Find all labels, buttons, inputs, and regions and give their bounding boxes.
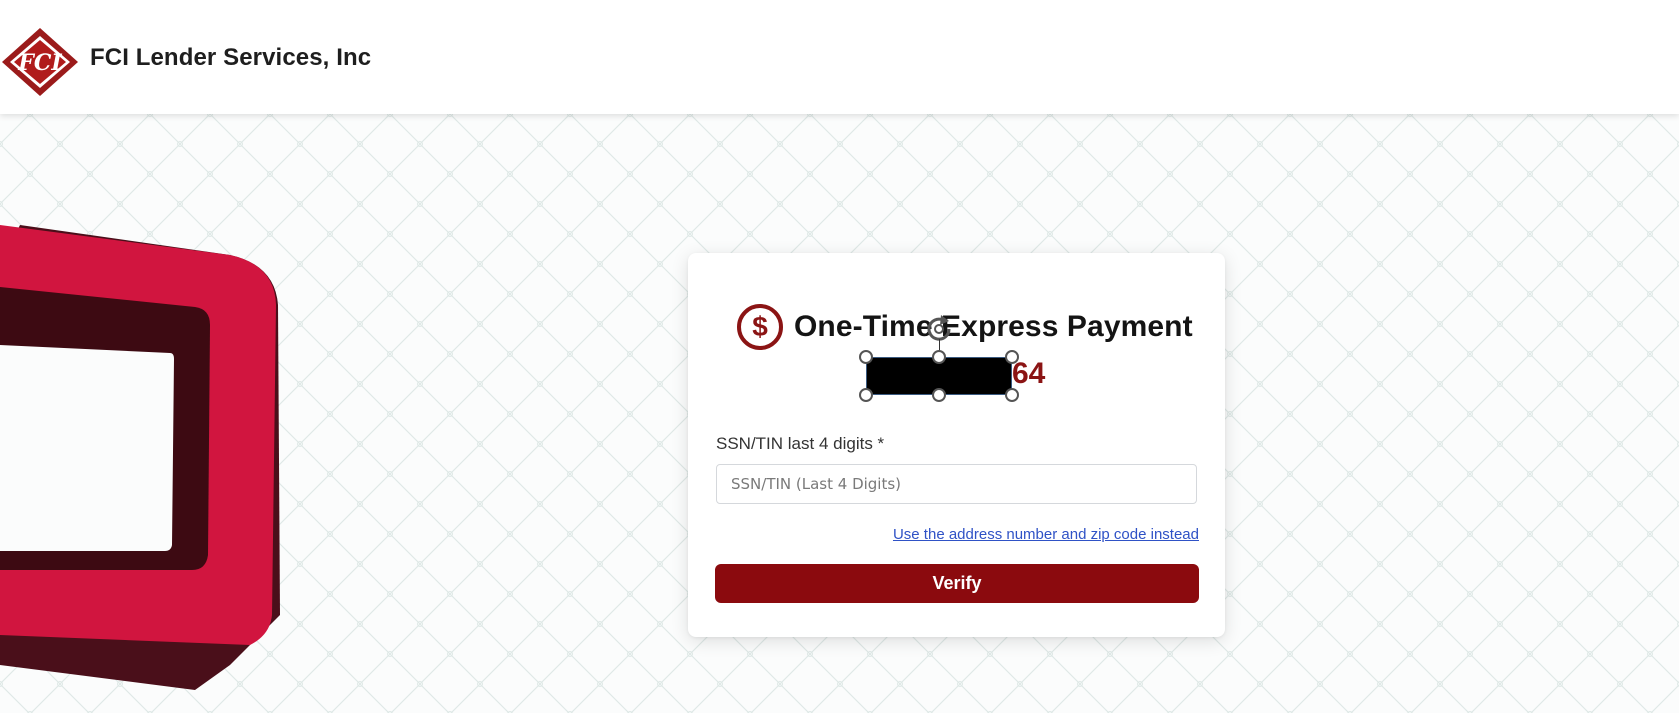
dollar-circle-icon: $ xyxy=(737,304,783,350)
page-title: One-Time Express Payment xyxy=(794,310,1193,343)
svg-text:$: $ xyxy=(752,311,768,342)
resize-handle-top[interactable] xyxy=(932,350,946,364)
verify-button[interactable]: Verify xyxy=(715,564,1199,603)
resize-handle-top-left[interactable] xyxy=(859,350,873,364)
express-payment-card: $ One-Time Express Payment 64 SSN/TIN la… xyxy=(688,253,1225,637)
fci-logo-icon[interactable]: FCI xyxy=(0,26,80,98)
resize-handle-bottom-left[interactable] xyxy=(859,388,873,402)
masked-account-number: 64 xyxy=(859,315,1066,402)
resize-handle-bottom[interactable] xyxy=(932,388,946,402)
use-address-link[interactable]: Use the address number and zip code inst… xyxy=(893,526,1199,543)
card-title-row: $ One-Time Express Payment xyxy=(736,303,1193,351)
decorative-logo-frame xyxy=(0,225,280,690)
svg-text:FCI: FCI xyxy=(17,50,62,76)
ssn-field-label: SSN/TIN last 4 digits * xyxy=(716,434,885,453)
ssn-input[interactable] xyxy=(716,464,1197,504)
site-header: FCI FCI Lender Services, Inc xyxy=(0,0,1679,114)
brand-name: FCI Lender Services, Inc xyxy=(90,44,372,71)
masked-id-suffix: 64 xyxy=(1012,357,1046,390)
